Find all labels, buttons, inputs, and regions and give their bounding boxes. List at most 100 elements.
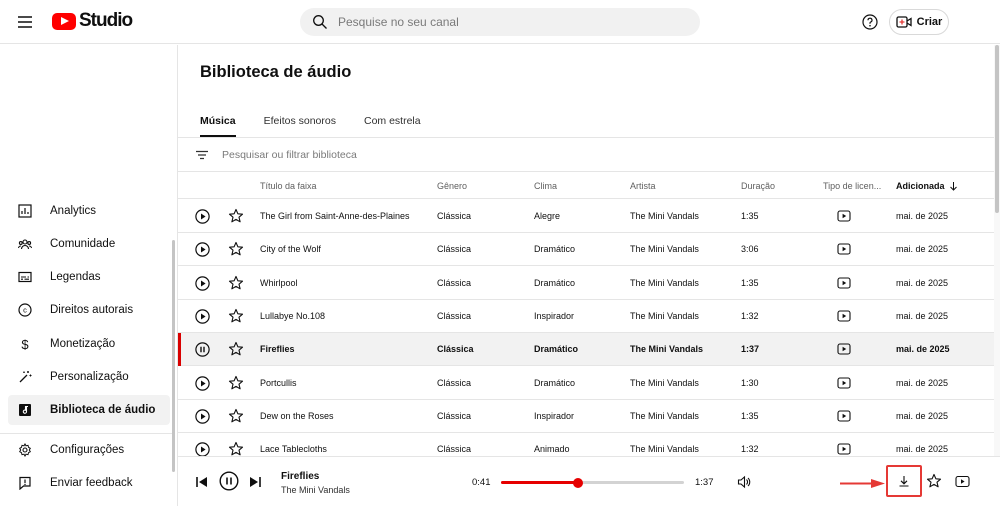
play-icon[interactable]: [195, 442, 210, 456]
star-icon[interactable]: [228, 441, 244, 456]
search-bar: [300, 8, 700, 36]
volume-icon[interactable]: [737, 475, 751, 489]
sidebar-item-feedback[interactable]: Enviar feedback: [8, 468, 170, 498]
copyright-icon: c: [18, 303, 32, 317]
sidebar-item-label: Biblioteca de áudio: [50, 404, 156, 416]
track-duration: 1:32: [741, 310, 759, 321]
studio-logo[interactable]: Studio: [52, 10, 133, 32]
play-icon[interactable]: [195, 242, 210, 257]
star-icon[interactable]: [228, 375, 244, 391]
magic-wand-icon: [18, 370, 32, 384]
youtube-logo-icon: [52, 12, 76, 30]
sidebar-item-customization[interactable]: Personalização: [8, 362, 170, 392]
star-icon[interactable]: [228, 308, 244, 324]
track-title: Lace Tablecloths: [260, 444, 327, 455]
track-genre: Clássica: [437, 244, 472, 255]
search-icon[interactable]: [312, 14, 328, 30]
table-row[interactable]: Portcullis Clássica Dramático The Mini Vand…: [178, 367, 994, 400]
star-icon[interactable]: [228, 241, 244, 257]
track-added-date: mai. de 2025: [896, 377, 949, 388]
sidebar-divider: [0, 433, 172, 434]
sidebar-item-subtitles[interactable]: Legendas: [8, 262, 170, 292]
sidebar-item-label: Configurações: [50, 444, 125, 456]
table-row[interactable]: Lullabye No.108 Clássica Inspirador The Min…: [178, 300, 994, 333]
play-icon[interactable]: [195, 375, 210, 391]
pause-icon[interactable]: [195, 342, 210, 357]
star-icon[interactable]: [228, 341, 244, 357]
play-icon[interactable]: [195, 209, 210, 224]
license-icon: [837, 277, 851, 289]
pause-button[interactable]: [219, 471, 239, 491]
youtube-icon[interactable]: [955, 475, 970, 488]
track-title: Lullabye No.108: [260, 310, 326, 321]
sidebar-item-label: Enviar feedback: [50, 477, 133, 489]
license-icon: [837, 410, 851, 422]
star-icon[interactable]: [926, 473, 942, 489]
previous-track-icon[interactable]: [195, 475, 209, 489]
track-genre: Clássica: [437, 410, 472, 421]
progress-fill: [501, 481, 578, 484]
column-header-genre[interactable]: Gênero: [437, 181, 467, 191]
column-header-license[interactable]: Tipo de licen...: [823, 181, 881, 191]
star-icon[interactable]: [228, 275, 244, 291]
progress-thumb[interactable]: [572, 477, 583, 488]
table-row[interactable]: Whirlpool Clássica Dramático The Mini Vanda…: [178, 267, 994, 300]
play-icon[interactable]: [195, 409, 210, 424]
track-title: Fireflies: [260, 344, 295, 355]
track-added-date: mai. de 2025: [896, 344, 950, 355]
sidebar-item-copyright[interactable]: c Direitos autorais: [8, 295, 170, 325]
column-header-added-label: Adicionada: [896, 181, 945, 191]
sidebar-item-label: Comunidade: [50, 238, 116, 250]
star-icon[interactable]: [228, 208, 244, 224]
track-duration: 3:06: [741, 244, 759, 255]
main-scrollbar[interactable]: [994, 45, 1000, 456]
track-artist: The Mini Vandals: [630, 244, 699, 255]
progress-slider[interactable]: [501, 477, 684, 488]
track-mood: Dramático: [534, 377, 576, 388]
table-row[interactable]: Dew on the Roses Clássica Inspirador The Mi…: [178, 400, 994, 433]
table-header: Título da faixa Gênero Clima Artista Dur…: [178, 172, 994, 199]
track-added-date: mai. de 2025: [896, 310, 949, 321]
tab-starred[interactable]: Com estrela: [364, 106, 421, 137]
star-icon[interactable]: [228, 408, 244, 424]
play-icon[interactable]: [195, 275, 210, 291]
filter-input[interactable]: [222, 148, 622, 161]
help-icon[interactable]: [861, 13, 879, 31]
track-title: Whirlpool: [260, 277, 298, 288]
table-row[interactable]: Lace Tablecloths Clássica Animado The Mini …: [178, 433, 994, 456]
filter-icon[interactable]: [195, 148, 209, 162]
sidebar-item-monetization[interactable]: $ Monetização: [8, 329, 170, 359]
column-header-mood[interactable]: Clima: [534, 181, 557, 191]
now-playing-artist: The Mini Vandals: [281, 485, 350, 495]
track-duration: 1:35: [741, 410, 759, 421]
license-icon: [837, 243, 851, 255]
track-genre: Clássica: [437, 344, 474, 355]
track-duration: 1:37: [695, 477, 714, 488]
sidebar-item-settings[interactable]: Configurações: [8, 435, 170, 465]
sidebar-item-audio-library[interactable]: Biblioteca de áudio: [8, 395, 170, 425]
column-header-added[interactable]: Adicionada: [896, 181, 958, 191]
table-row[interactable]: City of the Wolf Clássica Dramático The Min…: [178, 233, 994, 267]
next-track-icon[interactable]: [248, 475, 262, 489]
tab-sound-effects[interactable]: Efeitos sonoros: [264, 106, 336, 137]
sidebar-scrollbar[interactable]: [172, 240, 175, 472]
sidebar-item-community[interactable]: Comunidade: [8, 229, 170, 259]
column-header-artist[interactable]: Artista: [630, 181, 656, 191]
play-icon[interactable]: [195, 309, 210, 324]
table-row[interactable]: Fireflies Clássica Dramático The Mini Vanda…: [178, 333, 994, 367]
download-button[interactable]: [886, 465, 922, 497]
track-title: Dew on the Roses: [260, 410, 334, 421]
sidebar-item-label: Analytics: [50, 205, 97, 217]
download-icon: [899, 476, 909, 487]
create-button[interactable]: Criar: [889, 9, 949, 35]
table-row[interactable]: The Girl from Saint-Anne-des-Plaines Clás…: [178, 200, 994, 233]
menu-icon[interactable]: [16, 13, 34, 31]
column-header-duration[interactable]: Duração: [741, 181, 775, 191]
column-header-title[interactable]: Título da faixa: [260, 181, 317, 191]
track-genre: Clássica: [437, 310, 472, 321]
tab-music[interactable]: Música: [200, 106, 236, 137]
brand-name: Studio: [79, 10, 133, 31]
track-genre: Clássica: [437, 211, 472, 221]
sidebar-item-analytics[interactable]: Analytics: [8, 196, 170, 226]
search-input[interactable]: [338, 15, 678, 29]
